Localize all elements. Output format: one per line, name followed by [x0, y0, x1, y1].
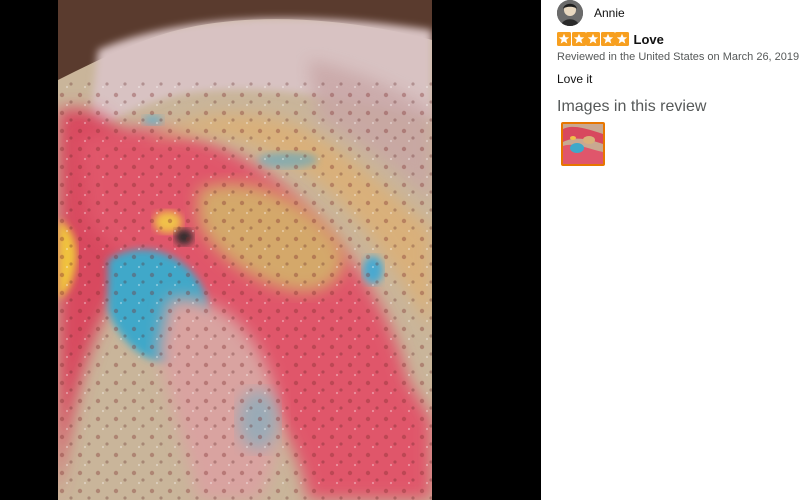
thumbnail-image: [563, 124, 603, 164]
review-panel: Annie Love Reviewed in the United States…: [541, 0, 800, 500]
review-photo-image: [58, 0, 432, 500]
avatar[interactable]: [557, 0, 583, 26]
star-icon: [615, 32, 629, 46]
star-icon: [571, 32, 586, 46]
review-title: Love: [633, 31, 664, 47]
review-image-thumbnail[interactable]: [561, 122, 605, 166]
rating-row: Love: [557, 31, 664, 47]
user-avatar-icon: [557, 0, 583, 26]
review-photo[interactable]: [58, 0, 432, 500]
star-icon: [586, 32, 600, 46]
image-viewer: [0, 0, 541, 500]
star-icon: [600, 32, 615, 46]
star-icon: [557, 32, 571, 46]
star-rating: [557, 32, 630, 46]
review-date: Reviewed in the United States on March 2…: [557, 51, 800, 63]
images-heading: Images in this review: [557, 98, 707, 115]
reviewer-profile[interactable]: Annie: [557, 0, 625, 26]
reviewer-name[interactable]: Annie: [594, 6, 625, 20]
review-body: Love it: [557, 72, 593, 86]
